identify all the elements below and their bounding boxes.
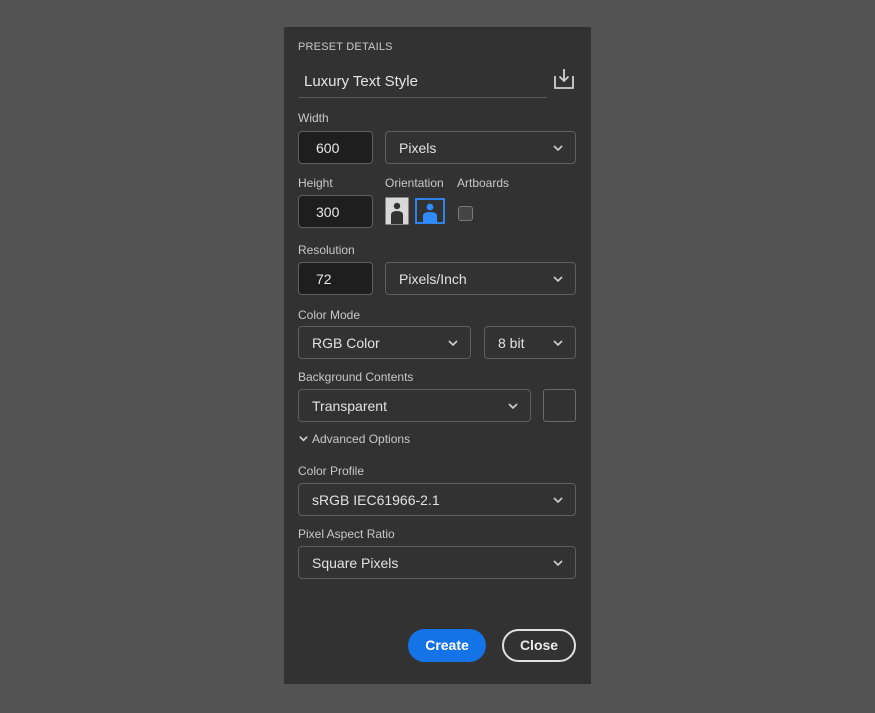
- background-contents-text: Transparent: [312, 398, 387, 414]
- resolution-value: 72: [316, 271, 332, 287]
- save-preset-icon: [554, 69, 574, 89]
- width-unit-dropdown[interactable]: Pixels: [385, 131, 576, 164]
- pixel-aspect-ratio-text: Square Pixels: [312, 555, 399, 571]
- chevron-down-icon: [508, 403, 518, 410]
- color-mode-dropdown[interactable]: RGB Color: [298, 326, 471, 359]
- height-input[interactable]: 300: [298, 195, 373, 228]
- orientation-portrait-button[interactable]: [385, 197, 409, 225]
- background-contents-dropdown[interactable]: Transparent: [298, 389, 531, 422]
- chevron-down-icon: [553, 497, 563, 504]
- height-value: 300: [316, 204, 340, 220]
- resolution-label: Resolution: [298, 243, 355, 257]
- background-contents-label: Background Contents: [298, 370, 414, 384]
- chevron-down-icon: [448, 340, 458, 347]
- portrait-icon: [385, 197, 409, 225]
- background-color-swatch[interactable]: [543, 389, 576, 422]
- save-preset-button[interactable]: [552, 67, 578, 93]
- advanced-options-toggle[interactable]: Advanced Options: [298, 432, 410, 446]
- chevron-down-icon: [553, 145, 563, 152]
- height-label: Height: [298, 176, 333, 190]
- color-profile-text: sRGB IEC61966-2.1: [312, 492, 440, 508]
- chevron-down-icon: [299, 436, 308, 442]
- resolution-unit-text: Pixels/Inch: [399, 271, 467, 287]
- bit-depth-text: 8 bit: [498, 335, 525, 351]
- section-title: PRESET DETAILS: [298, 41, 393, 53]
- bit-depth-dropdown[interactable]: 8 bit: [484, 326, 576, 359]
- preset-name-field[interactable]: Luxury Text Style: [298, 67, 547, 98]
- advanced-options-label: Advanced Options: [312, 432, 411, 446]
- resolution-unit-dropdown[interactable]: Pixels/Inch: [385, 262, 576, 295]
- artboards-checkbox[interactable]: [458, 206, 473, 221]
- preset-details-panel: PRESET DETAILS Luxury Text Style Width 6…: [284, 27, 591, 684]
- chevron-down-icon: [553, 560, 563, 567]
- width-unit-text: Pixels: [399, 140, 437, 156]
- color-mode-text: RGB Color: [312, 335, 380, 351]
- orientation-label: Orientation: [385, 176, 444, 190]
- chevron-down-icon: [553, 340, 563, 347]
- width-label: Width: [298, 111, 329, 125]
- pixel-aspect-ratio-dropdown[interactable]: Square Pixels: [298, 546, 576, 579]
- artboards-label: Artboards: [457, 176, 510, 190]
- color-profile-dropdown[interactable]: sRGB IEC61966-2.1: [298, 483, 576, 516]
- preset-name-text: Luxury Text Style: [304, 73, 418, 90]
- close-button[interactable]: Close: [502, 629, 576, 662]
- create-button[interactable]: Create: [408, 629, 486, 662]
- color-mode-label: Color Mode: [298, 308, 361, 322]
- width-input[interactable]: 600: [298, 131, 373, 164]
- orientation-landscape-button[interactable]: [415, 198, 445, 224]
- color-profile-label: Color Profile: [298, 464, 365, 478]
- width-value: 600: [316, 140, 340, 156]
- landscape-icon: [415, 198, 445, 224]
- resolution-input[interactable]: 72: [298, 262, 373, 295]
- chevron-down-icon: [553, 276, 563, 283]
- pixel-aspect-ratio-label: Pixel Aspect Ratio: [298, 527, 395, 541]
